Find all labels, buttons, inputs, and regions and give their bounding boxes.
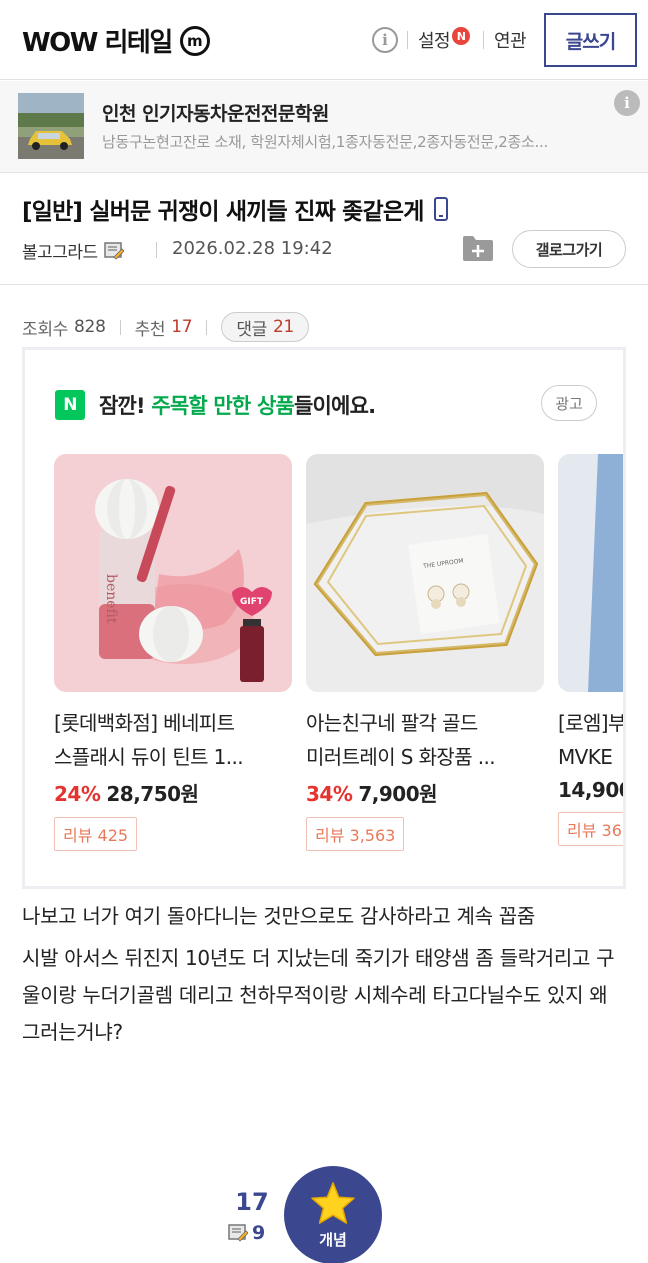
svg-text:GIFT: GIFT [240,597,264,607]
add-folder-icon[interactable] [462,234,494,262]
ad-title: 인천 인기자동차운전전문학원 [102,103,329,125]
ad-description: 남동구논현고잔로 소재, 학원자체시험,1종자동전문,2종자동전문,2종소... [102,133,548,151]
naver-logo-icon: N [55,390,85,420]
product-review-count: 리뷰 3,563 [306,817,405,851]
post-title: [일반] 실버문 귀쟁이 새끼들 진짜 좆같은게 [22,192,448,226]
ad-thumbnail [18,93,84,159]
product-discount: 34% [306,782,353,806]
product-review-count: 리뷰 36 [558,812,623,846]
recommend-label: 추천 [134,319,166,340]
settings-label: 설정 [418,31,451,52]
stats-divider [119,319,121,335]
stats-divider [206,319,208,335]
product-card[interactable]: benefit GIFT [롯데백화점] 베네피트 스플래시 듀이 틴트 1..… [54,454,292,851]
ad-banner[interactable]: 인천 인기자동차운전전문학원 남동구논현고잔로 소재, 학원자체시험,1종자동전… [0,81,648,173]
product-name: [롯데백화점] 베네피트 [54,711,235,735]
post-stats: 조회수 828 추천 17 댓글 21 [22,312,310,342]
product-image-apparel [558,454,623,692]
header-divider [407,31,408,49]
product-discount: 24% [54,782,101,806]
headline-suffix: 들이에요. [294,394,376,418]
ad-tag[interactable]: 광고 [541,385,597,421]
product-ad-box: N 잠깐! 주목할 만한 상품 들이에요. 광고 benefit GIFT [롯… [22,347,626,889]
recommend-button[interactable]: 개념 [284,1166,382,1263]
product-name: [로엠]부 [558,711,626,735]
write-button[interactable]: 글쓰기 [544,13,637,67]
gallog-button[interactable]: 갤로그가기 [512,230,626,268]
related-link[interactable]: 연관 [494,27,527,53]
author-name: 볼고그라드 [22,243,98,263]
comments-button[interactable]: 댓글 21 [221,312,310,342]
product-name: 아는친구네 팔각 골드 [306,711,478,735]
product-ad-headline: N 잠깐! 주목할 만한 상품 들이에요. [55,390,376,420]
gallog-icon [228,1224,248,1242]
views-count: 828 [74,317,106,337]
svg-text:benefit: benefit [103,574,119,624]
settings-link[interactable]: 설정 N [418,27,471,53]
header-divider [483,31,484,49]
mobile-logo-icon: m [179,25,210,56]
product-card[interactable]: [로엠]부 MVKE 14,900 리뷰 36 [558,454,626,846]
recommend-button-label: 개념 [319,1230,347,1249]
content-paragraph: 시발 아서스 뒤진지 10년도 더 지났는데 죽기가 태양샘 좀 들락거리고 구… [22,946,615,1044]
product-review-count: 리뷰 425 [54,817,138,851]
product-image-tray: THE UPROOM [306,454,544,692]
views-label: 조회수 [22,319,69,340]
post-author[interactable]: 볼고그라드 [22,238,124,263]
product-price-value: 7,900원 [358,782,438,806]
comments-label: 댓글 [236,319,268,340]
info-icon[interactable]: i [372,27,398,53]
headline-prefix: 잠깐! [99,394,146,418]
meta-divider [156,242,157,258]
top-header: WOW 리테일 m i 설정 N 연관 글쓰기 [0,0,648,80]
mobile-phone-icon [433,197,448,221]
comments-count: 21 [273,317,295,337]
fixed-recommend-value: 9 [252,1222,266,1244]
product-price: 14,900 [558,778,626,802]
content-paragraph: 나보고 너가 여기 돌아다니는 것만으로도 감사하라고 계속 꼽줌 [22,904,536,928]
new-badge: N [452,27,471,45]
star-icon [311,1181,355,1224]
fixed-recommend-count: 9 [228,1222,265,1244]
section-divider [0,284,648,285]
product-price: 34% 7,900원 [306,778,544,807]
product-card[interactable]: THE UPROOM 아는친구네 팔각 골드 미러트레이 S 화장품 ... 3… [306,454,544,851]
product-price-value: 14,900 [558,778,626,802]
product-price-value: 28,750원 [106,782,199,806]
logo-text: WOW 리테일 [22,28,173,58]
ad-info-icon[interactable]: i [614,90,640,116]
product-name: 스플래시 듀이 틴트 1... [54,745,244,769]
gallog-icon [103,241,124,260]
product-price: 24% 28,750원 [54,778,292,807]
site-logo[interactable]: WOW 리테일 m [22,22,210,59]
post-content: 나보고 너가 여기 돌아다니는 것만으로도 감사하라고 계속 꼽줌 시발 아서스… [22,898,626,1056]
post-date: 2026.02.28 19:42 [172,238,333,259]
product-image-tint: benefit GIFT [54,454,292,692]
recommend-vote-count: 17 [235,1188,269,1216]
product-name: MVKE [558,745,613,769]
post-title-text: [일반] 실버문 귀쟁이 새끼들 진짜 좆같은게 [22,199,424,225]
headline-highlight: 주목할 만한 상품 [151,394,295,418]
product-name: 미러트레이 S 화장품 ... [306,745,496,769]
recommend-count: 17 [171,317,193,337]
